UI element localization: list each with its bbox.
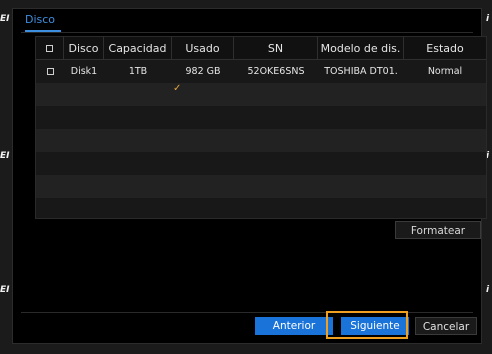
- cell-capacity: 1TB: [128, 66, 148, 77]
- header-sn: SN: [234, 37, 318, 59]
- header-estado: Estado: [426, 41, 464, 55]
- watermark-right-top: i: [486, 14, 490, 24]
- empty-row: [36, 129, 486, 152]
- empty-row: [36, 83, 486, 106]
- disk-dialog: Disco Disco Capacidad Usado SN Modelo de…: [12, 8, 487, 344]
- tab-divider: [21, 32, 473, 33]
- format-button[interactable]: Formatear: [395, 221, 481, 239]
- cell-disk: Disk1: [70, 66, 98, 77]
- empty-row: [36, 106, 486, 129]
- cancel-button[interactable]: Cancelar: [415, 317, 477, 335]
- header-modelo: Modelo de dis.: [318, 37, 404, 59]
- header-usado: Usado: [172, 37, 234, 59]
- empty-row: [36, 198, 486, 218]
- cell-sn: 52OKE6SNS: [247, 66, 305, 77]
- header-disco: Disco: [64, 37, 104, 59]
- table-header: Disco Capacidad Usado SN Modelo de dis. …: [36, 37, 486, 60]
- header-capacidad: Capacidad: [104, 37, 172, 59]
- select-all-checkbox[interactable]: [46, 44, 53, 52]
- disk-table: Disco Capacidad Usado SN Modelo de dis. …: [35, 36, 487, 219]
- row-checkbox-cell[interactable]: [36, 60, 64, 83]
- previous-button[interactable]: Anterior: [255, 317, 333, 335]
- empty-row: [36, 152, 486, 175]
- cell-model: TOSHIBA DT01.: [324, 66, 398, 77]
- cell-status: Normal: [427, 66, 463, 77]
- cell-used: 982 GB: [185, 66, 221, 77]
- watermark-right-bottom: i: [486, 285, 490, 295]
- table-row[interactable]: Disk1 1TB 982 GB 52OKE6SNS TOSHIBA DT01.…: [36, 60, 486, 83]
- watermark-left-top: EI: [0, 14, 10, 24]
- cursor-checkmark-icon: ✓: [173, 83, 182, 94]
- tab-disco[interactable]: Disco: [25, 13, 55, 26]
- select-all-checkbox-cell[interactable]: [36, 37, 64, 59]
- row-checkbox[interactable]: [46, 68, 54, 75]
- focus-highlight: [326, 311, 408, 339]
- watermark-left-mid: EI: [0, 151, 10, 161]
- watermark-left-bottom: EI: [0, 285, 10, 295]
- empty-row: [36, 175, 486, 198]
